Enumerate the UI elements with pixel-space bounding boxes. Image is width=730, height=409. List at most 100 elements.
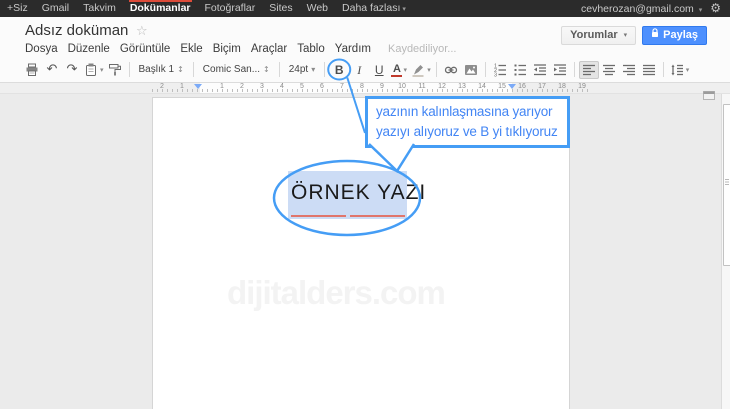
toolbar-separator (573, 62, 575, 77)
ruler-number: 2 (240, 83, 244, 90)
font-family-select[interactable]: Comic San... ↕ (198, 60, 275, 80)
italic-button[interactable]: I (349, 60, 369, 80)
watermark: dijitalders.com (227, 274, 446, 311)
ruler-number: 1 (220, 83, 224, 90)
right-margin-marker[interactable] (508, 84, 516, 89)
topnav-gmail[interactable]: Gmail (35, 0, 76, 17)
align-left-button[interactable] (578, 60, 599, 79)
google-bar-nav: +Siz Gmail Takvim Dokümanlar Fotoğraflar Site… (0, 0, 413, 17)
toolbar-separator (435, 62, 437, 77)
google-docs-window: +Siz Gmail Takvim Dokümanlar Fotoğraflar Site… (0, 0, 730, 409)
numbered-list-icon: 123 (492, 62, 508, 78)
ruler-number: 9 (380, 83, 384, 90)
spellcheck-underline (291, 215, 346, 217)
align-center-button[interactable] (599, 60, 619, 80)
align-right-icon (621, 62, 637, 78)
ruler-number: 13 (458, 83, 466, 90)
left-margin-marker[interactable] (194, 84, 202, 89)
numbered-list-button[interactable]: 123 (490, 60, 510, 80)
paint-format-button[interactable] (105, 60, 125, 80)
ruler-number: 7 (340, 83, 344, 90)
insert-link-button[interactable] (441, 60, 461, 80)
text-color-button[interactable]: A ▾ (389, 60, 409, 80)
lock-icon (651, 26, 659, 45)
font-size-value: 24pt (288, 64, 309, 75)
redo-button[interactable]: ↷ (62, 60, 82, 80)
topnav-calendar[interactable]: Takvim (76, 0, 123, 17)
underline-button[interactable]: U (369, 60, 389, 80)
undo-button[interactable]: ↶ (42, 60, 62, 80)
vertical-scrollbar[interactable] (721, 93, 730, 409)
line-spacing-icon (669, 62, 685, 78)
document-text[interactable]: ÖRNEK YAZI (291, 181, 426, 205)
menu-help[interactable]: Yardım (330, 43, 376, 55)
highlight-color-button[interactable]: ▾ (409, 60, 432, 80)
menu-tools[interactable]: Araçlar (246, 43, 292, 55)
google-bar: +Siz Gmail Takvim Dokümanlar Fotoğraflar Site… (0, 0, 730, 17)
ruler-number: 19 (578, 83, 586, 90)
align-justify-button[interactable] (639, 60, 659, 80)
topnav-documents[interactable]: Dokümanlar (123, 0, 198, 17)
spellcheck-underline (350, 215, 405, 217)
clipboard-icon (83, 62, 99, 78)
insert-image-button[interactable] (461, 60, 481, 80)
image-icon (463, 62, 479, 78)
line-spacing-button[interactable]: ▾ (668, 60, 691, 80)
account-email[interactable]: cevherozan@gmail.com ▾ (581, 3, 702, 15)
ruler-number: 14 (478, 83, 486, 90)
paint-icon (107, 62, 123, 78)
ruler-number: 2 (160, 83, 164, 90)
menu-edit[interactable]: Düzenle (63, 43, 115, 55)
topnav-photos[interactable]: Fotoğraflar (198, 0, 263, 17)
chevron-down-icon: ▾ (403, 65, 407, 74)
print-button[interactable] (22, 60, 42, 80)
annotation-callout: yazının kalınlaşmasına yarıyor yazıyı al… (365, 96, 570, 148)
chevron-icon: ↕ (263, 65, 270, 74)
svg-text:3: 3 (494, 72, 497, 78)
decrease-indent-button[interactable] (530, 60, 550, 80)
share-button[interactable]: Paylaş (642, 26, 707, 45)
increase-indent-button[interactable] (550, 60, 570, 80)
save-status: Kaydediliyor... (387, 43, 457, 55)
gear-icon[interactable]: ⚙ (710, 0, 721, 17)
redo-icon: ↷ (66, 61, 78, 77)
underline-label: U (374, 62, 384, 77)
bulleted-list-button[interactable] (510, 60, 530, 80)
document-header: Adsız doküman ☆ Dosya Düzenle Görüntüle Ekl… (0, 17, 730, 83)
topnav-web[interactable]: Web (300, 0, 335, 17)
chevron-icon: ▾ (311, 65, 316, 74)
undo-icon: ↶ (46, 61, 58, 77)
menu-view[interactable]: Görüntüle (115, 43, 176, 55)
styles-select[interactable]: Başlık 1 ↕ (134, 60, 189, 80)
ruler-number: 11 (418, 83, 426, 90)
scrollbar-thumb[interactable] (723, 104, 730, 266)
align-center-icon (601, 62, 617, 78)
toolbar-separator (324, 62, 326, 77)
comments-caret-icon: ▾ (623, 31, 628, 39)
ruler-number: 17 (538, 83, 546, 90)
menu-format[interactable]: Biçim (208, 43, 246, 55)
topnav-more[interactable]: Daha fazlası ▾ (335, 0, 413, 17)
document-title[interactable]: Adsız doküman (25, 22, 128, 39)
outdent-icon (532, 62, 548, 78)
active-tab-underline (128, 0, 192, 2)
bulleted-list-icon (512, 62, 528, 78)
ruler-number: 12 (438, 83, 446, 90)
bold-button[interactable]: B (329, 60, 349, 80)
topnav-plus-you[interactable]: +Siz (0, 0, 35, 17)
menu-table[interactable]: Tablo (292, 43, 330, 55)
topnav-sites[interactable]: Sites (262, 0, 299, 17)
ruler-number: 8 (360, 83, 364, 90)
chevron-icon: ↕ (177, 65, 184, 74)
menu-insert[interactable]: Ekle (175, 43, 207, 55)
toolbar-separator (484, 62, 486, 77)
compact-controls-icon[interactable] (703, 87, 715, 105)
font-size-select[interactable]: 24pt ▾ (284, 60, 320, 80)
align-right-button[interactable] (619, 60, 639, 80)
star-icon[interactable]: ☆ (136, 24, 148, 39)
web-clipboard-button[interactable]: ▾ (82, 60, 105, 80)
menu-file[interactable]: Dosya (20, 43, 63, 55)
indent-icon (552, 62, 568, 78)
comments-button[interactable]: Yorumlar ▾ (561, 26, 637, 45)
ruler-number: 1 (180, 83, 184, 90)
